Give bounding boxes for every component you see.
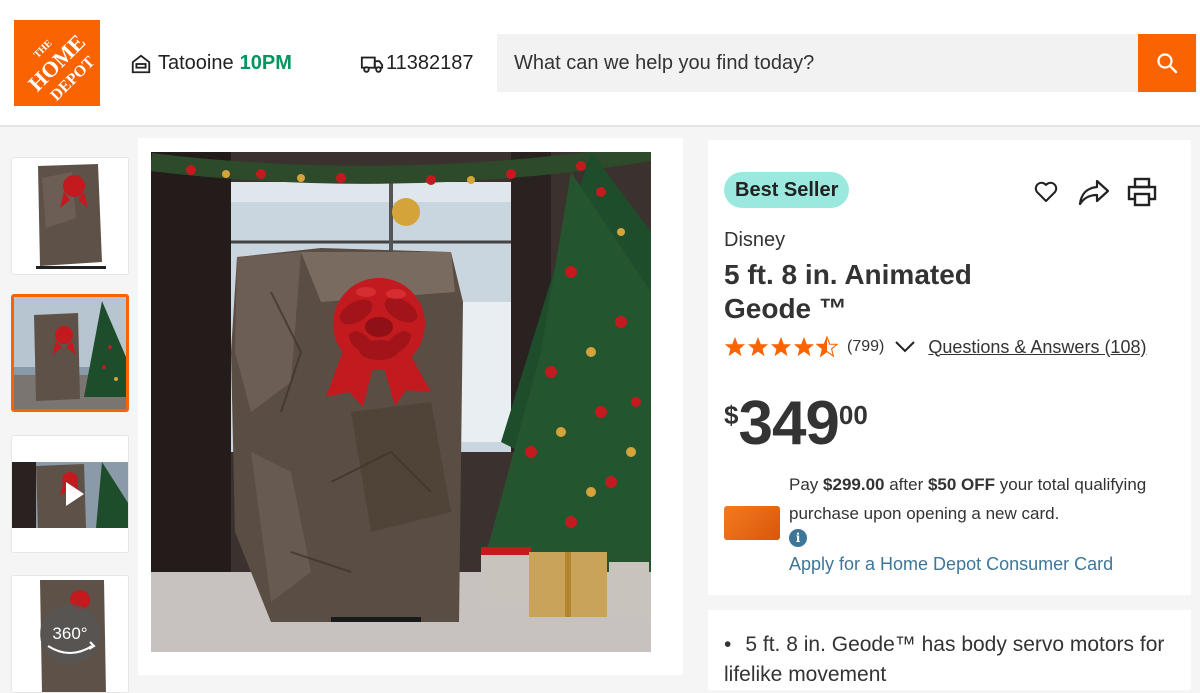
- site-header: THE HOME DEPOT Tatooine 10PM 11382187: [0, 0, 1200, 127]
- thumbnail-2[interactable]: [11, 294, 129, 412]
- heart-icon: [1034, 181, 1058, 202]
- offer-discount: $50 OFF: [927, 475, 996, 494]
- best-seller-badge: Best Seller: [724, 172, 850, 208]
- review-count[interactable]: (799): [847, 338, 884, 356]
- price-dollars: 349: [738, 389, 839, 458]
- print-button[interactable]: [1118, 176, 1166, 208]
- star-icon: [747, 336, 769, 357]
- product-actions: [1022, 176, 1166, 208]
- rating-row: (799) Questions & Answers (108): [724, 336, 1146, 358]
- share-icon: [1078, 179, 1110, 206]
- apply-card-link[interactable]: Apply for a Home Depot Consumer Card: [789, 554, 1113, 575]
- star-icon: [793, 336, 815, 357]
- search-button[interactable]: [1138, 34, 1196, 92]
- main-product-image[interactable]: [151, 152, 651, 652]
- product-info-panel: Best Seller Disney 5 ft. 8 in. Animated …: [708, 140, 1191, 595]
- card-offer-text: Pay $299.00 after $50 OFF your total qua…: [789, 470, 1179, 528]
- product-title: 5 ft. 8 in. Animated Geode ™: [724, 259, 972, 324]
- share-button[interactable]: [1070, 176, 1118, 208]
- info-icon[interactable]: i: [789, 529, 807, 547]
- thumbnail-360[interactable]: 360°: [11, 575, 129, 693]
- thumbnail-video[interactable]: [11, 435, 129, 553]
- thumbnail-1[interactable]: [11, 157, 129, 275]
- store-closing-time: 10PM: [239, 52, 292, 74]
- half-star-icon: [816, 336, 838, 358]
- price-currency: $: [724, 400, 739, 430]
- product-highlights: 5 ft. 8 in. Geode™ has body servo motors…: [708, 610, 1191, 690]
- store-name: Tatooine: [158, 52, 234, 74]
- search-icon: [1157, 53, 1178, 74]
- home-depot-logo[interactable]: THE HOME DEPOT: [14, 20, 100, 106]
- delivery-zip-selector[interactable]: 11382187: [360, 52, 474, 75]
- product-brand[interactable]: Disney: [724, 229, 785, 252]
- search-bar: [497, 34, 1197, 92]
- offer-sale-price: $299.00: [823, 475, 885, 494]
- favorite-button[interactable]: [1022, 176, 1070, 208]
- star-icon: [724, 336, 746, 357]
- price-cents: 00: [838, 400, 868, 430]
- store-selector[interactable]: Tatooine 10PM: [130, 52, 292, 75]
- credit-card-image: [724, 506, 780, 540]
- 360-label: 360°: [52, 624, 87, 643]
- offer-pre: Pay: [789, 475, 824, 494]
- highlight-item: 5 ft. 8 in. Geode™ has body servo motors…: [724, 630, 1174, 690]
- product-price: $ 349 00: [724, 392, 868, 456]
- offer-mid: after: [884, 475, 928, 494]
- search-input[interactable]: [497, 34, 1137, 92]
- store-icon: [131, 54, 151, 73]
- star-rating[interactable]: [724, 336, 838, 358]
- delivery-zip: 11382187: [386, 52, 474, 74]
- questions-answers-link[interactable]: Questions & Answers (108): [928, 337, 1146, 358]
- chevron-down-icon[interactable]: [894, 340, 916, 354]
- star-icon: [770, 336, 792, 357]
- truck-icon: [360, 56, 384, 73]
- print-icon: [1127, 177, 1157, 207]
